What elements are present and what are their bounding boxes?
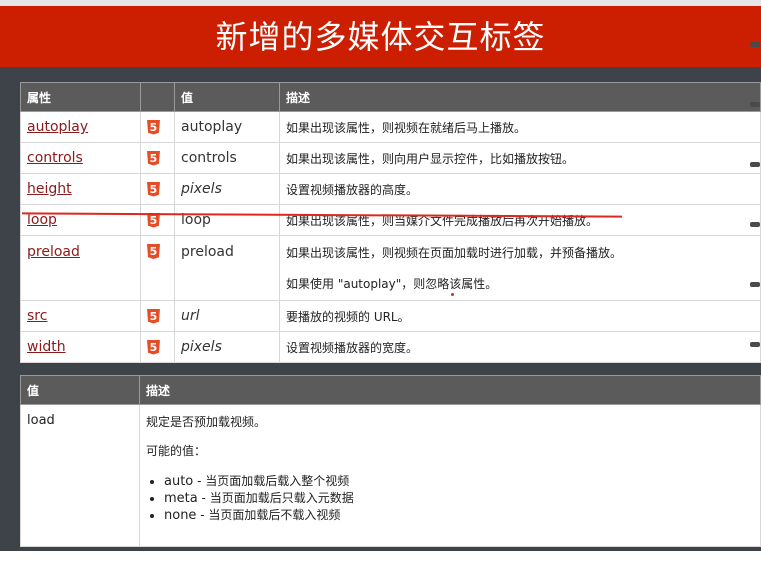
desc-cell: 要播放的视频的 URL。: [279, 300, 761, 332]
desc-cell: 如果出现该属性，则当媒介文件完成播放后再次开始播放。: [279, 204, 761, 236]
attr-cell: src: [20, 300, 141, 332]
value-text: - 当页面加载后不载入视频: [196, 508, 341, 522]
preload-values-table: 值 描述 load 规定是否预加载视频。 可能的值： auto - 当页面加载后…: [20, 375, 761, 547]
desc-cell: 如果出现该属性，则视频在就绪后马上播放。: [279, 111, 761, 143]
table-row: load 规定是否预加载视频。 可能的值： auto - 当页面加载后载入整个视…: [20, 404, 761, 547]
desc-cell: 规定是否预加载视频。 可能的值： auto - 当页面加载后载入整个视频 met…: [139, 404, 761, 547]
value-key: auto: [164, 474, 194, 489]
attr-cell: autoplay: [20, 111, 141, 143]
header-spacer: [140, 82, 175, 112]
value-cell: loop: [174, 204, 280, 236]
table-row: controls 5 controls 如果出现该属性，则向用户显示控件，比如播…: [20, 142, 761, 174]
desc-line: 可能的值：: [146, 444, 207, 458]
value-key: none: [164, 508, 197, 523]
desc-cell: 如果出现该属性，则向用户显示控件，比如播放按钮。: [279, 142, 761, 174]
desc-line: 如果使用 "autoplay"，则忽略该属性。: [286, 277, 498, 291]
attr-link-autoplay[interactable]: autoplay: [27, 119, 88, 135]
value-cell: url: [174, 300, 280, 332]
attr-cell: width: [20, 331, 141, 363]
value-cell: autoplay: [174, 111, 280, 143]
list-item: none - 当页面加载后不载入视频: [164, 507, 754, 524]
header-description: 描述: [139, 375, 761, 405]
attr-cell: preload: [20, 235, 141, 301]
html5-cell: 5: [140, 142, 175, 174]
values-list: auto - 当页面加载后载入整个视频 meta - 当页面加载后只载入元数据 …: [146, 473, 754, 524]
attr-cell: controls: [20, 142, 141, 174]
attr-cell: height: [20, 173, 141, 205]
html5-cell: 5: [140, 331, 175, 363]
table-row: src 5 url 要播放的视频的 URL。: [20, 300, 761, 332]
html5-icon: 5: [147, 308, 160, 324]
table-row: width 5 pixels 设置视频播放器的宽度。: [20, 331, 761, 363]
attr-link-height[interactable]: height: [27, 181, 72, 197]
html5-cell: 5: [140, 111, 175, 143]
header-value: 值: [20, 375, 140, 405]
attr-link-preload[interactable]: preload: [27, 244, 80, 260]
table-row: preload 5 preload 如果出现该属性，则视频在页面加载时进行加载，…: [20, 235, 761, 301]
html5-cell: 5: [140, 300, 175, 332]
value-cell: load: [20, 404, 140, 547]
html5-cell: 5: [140, 204, 175, 236]
attr-link-controls[interactable]: controls: [27, 150, 83, 166]
desc-line: 规定是否预加载视频。: [146, 415, 267, 429]
header-description: 描述: [279, 82, 761, 112]
slide-header: 新增的多媒体交互标签: [0, 6, 761, 67]
attribute-table: 属性 值 描述 autoplay 5 autoplay 如果出现该属性，则视频在…: [20, 82, 761, 363]
list-item: meta - 当页面加载后只载入元数据: [164, 490, 754, 507]
window-bottom-strip: [0, 551, 761, 561]
desc-cell: 设置视频播放器的高度。: [279, 173, 761, 205]
value-cell: pixels: [174, 173, 280, 205]
header-attribute: 属性: [20, 82, 141, 112]
scroll-marks: [744, 42, 761, 372]
slide-title: 新增的多媒体交互标签: [215, 18, 546, 56]
value-text: - 当页面加载后只载入元数据: [197, 491, 354, 505]
desc-cell: 如果出现该属性，则视频在页面加载时进行加载，并预备播放。 如果使用 "autop…: [279, 235, 761, 301]
html5-cell: 5: [140, 235, 175, 301]
attr-link-src[interactable]: src: [27, 308, 47, 324]
html5-icon: 5: [147, 150, 160, 166]
attr-cell: loop: [20, 204, 141, 236]
html5-icon: 5: [147, 244, 160, 259]
table-row: height 5 pixels 设置视频播放器的高度。: [20, 173, 761, 205]
html5-icon: 5: [147, 339, 160, 355]
value-cell: preload: [174, 235, 280, 301]
table-header-row: 属性 值 描述: [20, 82, 761, 112]
html5-cell: 5: [140, 173, 175, 205]
html5-icon: 5: [147, 181, 160, 197]
desc-cell: 设置视频播放器的宽度。: [279, 331, 761, 363]
html5-icon: 5: [147, 119, 160, 135]
value-key: meta: [164, 491, 198, 506]
value-cell: controls: [174, 142, 280, 174]
table-row: loop 5 loop 如果出现该属性，则当媒介文件完成播放后再次开始播放。: [20, 204, 761, 236]
attr-link-width[interactable]: width: [27, 339, 66, 355]
header-value: 值: [174, 82, 280, 112]
list-item: auto - 当页面加载后载入整个视频: [164, 473, 754, 490]
desc-line: 如果出现该属性，则视频在页面加载时进行加载，并预备播放。: [286, 246, 623, 260]
value-text: - 当页面加载后载入整个视频: [193, 474, 350, 488]
annotation-dot: [451, 293, 454, 296]
table-row: autoplay 5 autoplay 如果出现该属性，则视频在就绪后马上播放。: [20, 111, 761, 143]
table-header-row: 值 描述: [20, 375, 761, 405]
value-cell: pixels: [174, 331, 280, 363]
